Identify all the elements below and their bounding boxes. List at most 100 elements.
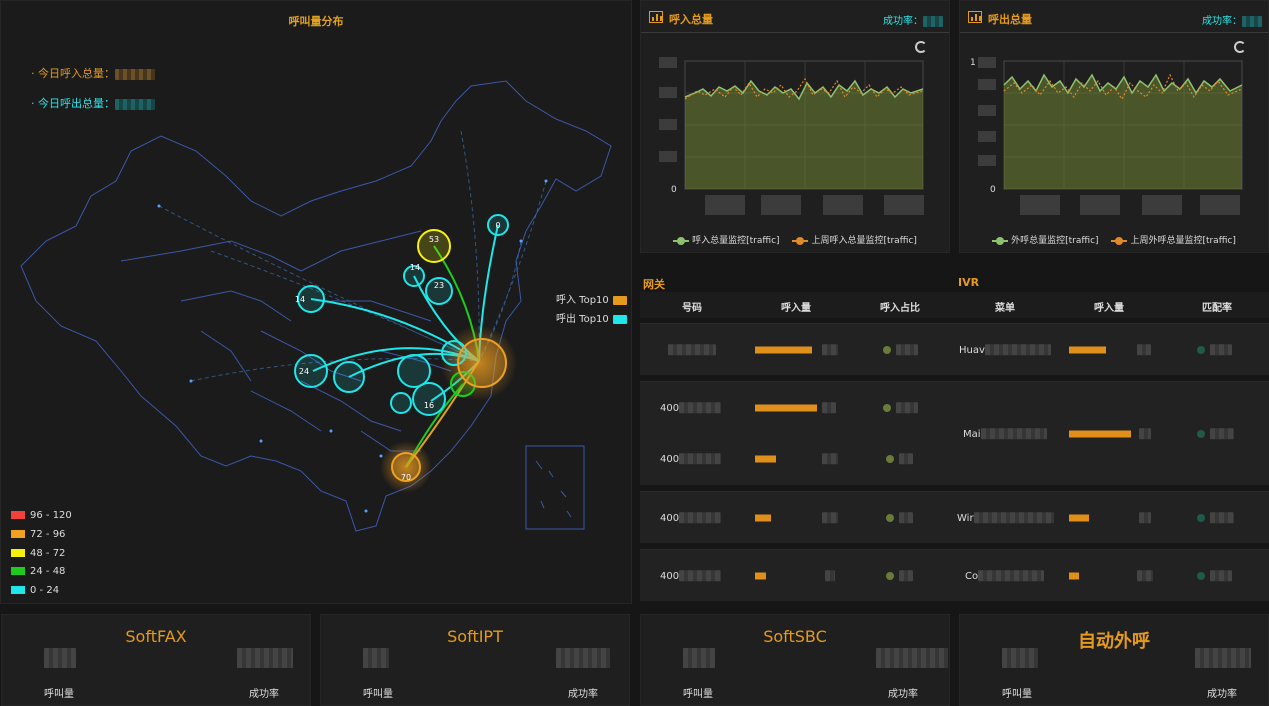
column-header[interactable]: 菜单 — [995, 299, 1015, 314]
ratio-blurred — [899, 512, 913, 524]
range-swatch — [11, 549, 25, 557]
gateway-table-header: 号码 呼入量 呼入占比 — [640, 292, 955, 318]
call-volume-label: 呼叫量 — [683, 689, 713, 700]
softfax-card[interactable]: SoftFAX 呼叫量 成功率 — [1, 614, 311, 706]
inbound-count — [1137, 344, 1151, 356]
outbound-total-chart-panel: 呼出总量 成功率： 1 0 外呼总量监控[traffic] 上周外呼总量监控[t… — [959, 0, 1269, 253]
ivr-table-header: 菜单 呼入量 匹配率 — [955, 292, 1269, 318]
call-volume-label: 呼叫量 — [1002, 689, 1032, 700]
match-dot — [1197, 572, 1205, 580]
inbound-ratio — [896, 402, 918, 414]
inbound-bar — [755, 572, 766, 580]
match-dot — [1197, 514, 1205, 522]
column-header[interactable]: 呼入量 — [781, 299, 811, 314]
gateway-number: 400 — [660, 402, 722, 414]
range-legend-item[interactable]: 48 - 72 — [11, 548, 65, 559]
softsbc-card[interactable]: SoftSBC 呼叫量 成功率 — [640, 614, 950, 706]
rate-blurred — [1210, 344, 1232, 356]
count-blurred — [822, 402, 836, 414]
number-blurred — [679, 512, 722, 524]
count-blurred — [825, 570, 835, 582]
card-title: SoftFAX — [125, 627, 187, 646]
ratio-dot — [886, 514, 894, 522]
legend-marker — [792, 236, 809, 245]
map-bubble[interactable] — [397, 354, 431, 388]
softipt-card[interactable]: SoftIPT 呼叫量 成功率 — [320, 614, 630, 706]
gateway-section-title: 网关 — [643, 278, 665, 291]
table-row[interactable]: Mai — [955, 381, 1269, 485]
legend-inbound-swatch — [612, 295, 627, 305]
legend-inbound-top10[interactable]: 呼入 Top10 — [556, 291, 627, 306]
menu-blurred — [984, 344, 1051, 356]
rate-blurred — [1210, 512, 1234, 524]
table-row[interactable]: Co — [955, 549, 1269, 601]
number-prefix: 400 — [660, 512, 680, 524]
call-volume-label: 呼叫量 — [363, 689, 393, 700]
ratio-dot — [883, 346, 891, 354]
number-blurred — [679, 570, 722, 582]
inbound-count — [822, 512, 838, 524]
bubble-value: 23 — [434, 281, 444, 290]
china-map[interactable]: 53 14 23 14 24 16 70 0 — [1, 1, 633, 605]
match-rate — [1210, 512, 1234, 524]
map-bubble[interactable] — [457, 338, 507, 388]
table-row[interactable]: 400 — [640, 549, 955, 601]
ivr-section-title: IVR — [958, 276, 980, 289]
column-header[interactable]: 呼入占比 — [880, 299, 920, 314]
range-legend-item[interactable]: 0 - 24 — [11, 585, 59, 596]
range-legend-item[interactable]: 72 - 96 — [11, 529, 65, 540]
column-header[interactable]: 号码 — [682, 299, 702, 314]
range-label: 24 - 48 — [30, 566, 66, 577]
legend-outbound-top10[interactable]: 呼出 Top10 — [556, 310, 627, 325]
table-row[interactable]: Huav — [955, 323, 1269, 375]
table-row[interactable]: 400 — [640, 491, 955, 543]
legend-item[interactable]: 呼入总量监控[traffic] — [673, 233, 780, 246]
range-swatch — [11, 530, 25, 538]
ratio-dot — [886, 455, 894, 463]
legend-item[interactable]: 外呼总量监控[traffic] — [992, 233, 1099, 246]
rate-blurred — [1210, 570, 1232, 582]
range-swatch — [11, 567, 25, 575]
table-row[interactable] — [640, 323, 955, 375]
call-volume-blurred — [683, 648, 715, 668]
range-legend-item[interactable]: 24 - 48 — [11, 566, 65, 577]
legend-marker — [673, 236, 690, 245]
table-row[interactable]: Wir — [955, 491, 1269, 543]
range-label: 0 - 24 — [30, 585, 60, 596]
ratio-blurred — [899, 570, 913, 582]
legend-label: 上周外呼总量监控[traffic] — [1130, 236, 1236, 246]
count-blurred — [822, 512, 838, 524]
success-rate-blurred — [1195, 648, 1251, 668]
legend-item[interactable]: 上周外呼总量监控[traffic] — [1111, 233, 1236, 246]
auto-outbound-card[interactable]: 自动外呼 呼叫量 成功率 — [959, 614, 1269, 706]
legend-item[interactable]: 上周呼入总量监控[traffic] — [792, 233, 917, 246]
map-bubble[interactable] — [412, 382, 446, 416]
legend-marker — [992, 236, 1009, 245]
menu-prefix: Co — [965, 570, 979, 582]
success-rate-blurred — [876, 648, 948, 668]
inbound-count — [822, 344, 838, 356]
range-label: 96 - 120 — [30, 510, 72, 521]
chart-legend: 呼入总量监控[traffic] 上周呼入总量监控[traffic] — [641, 233, 949, 246]
map-bubble[interactable] — [390, 392, 412, 414]
menu-blurred — [978, 570, 1045, 582]
gateway-number: 400 — [660, 512, 722, 524]
inbound-bar — [1069, 430, 1131, 438]
range-label: 48 - 72 — [30, 548, 66, 559]
map-bubble[interactable] — [333, 361, 365, 393]
success-rate-label: 成功率 — [249, 689, 279, 700]
ivr-menu: Co — [965, 570, 1045, 582]
bubble-value: 16 — [424, 401, 434, 410]
call-volume-label: 呼叫量 — [44, 689, 74, 700]
card-title: SoftIPT — [447, 627, 503, 646]
range-legend-item[interactable]: 96 - 120 — [11, 510, 72, 521]
column-header[interactable]: 匹配率 — [1202, 299, 1232, 314]
column-header[interactable]: 呼入量 — [1094, 299, 1124, 314]
inbound-ratio — [899, 453, 913, 465]
gateway-number: 400 — [660, 570, 722, 582]
y-tick: 0 — [671, 185, 677, 195]
success-rate-label: 成功率 — [888, 689, 918, 700]
match-rate — [1210, 344, 1232, 356]
ivr-menu: Mai — [963, 428, 1047, 440]
legend-label: 外呼总量监控[traffic] — [1011, 236, 1099, 246]
